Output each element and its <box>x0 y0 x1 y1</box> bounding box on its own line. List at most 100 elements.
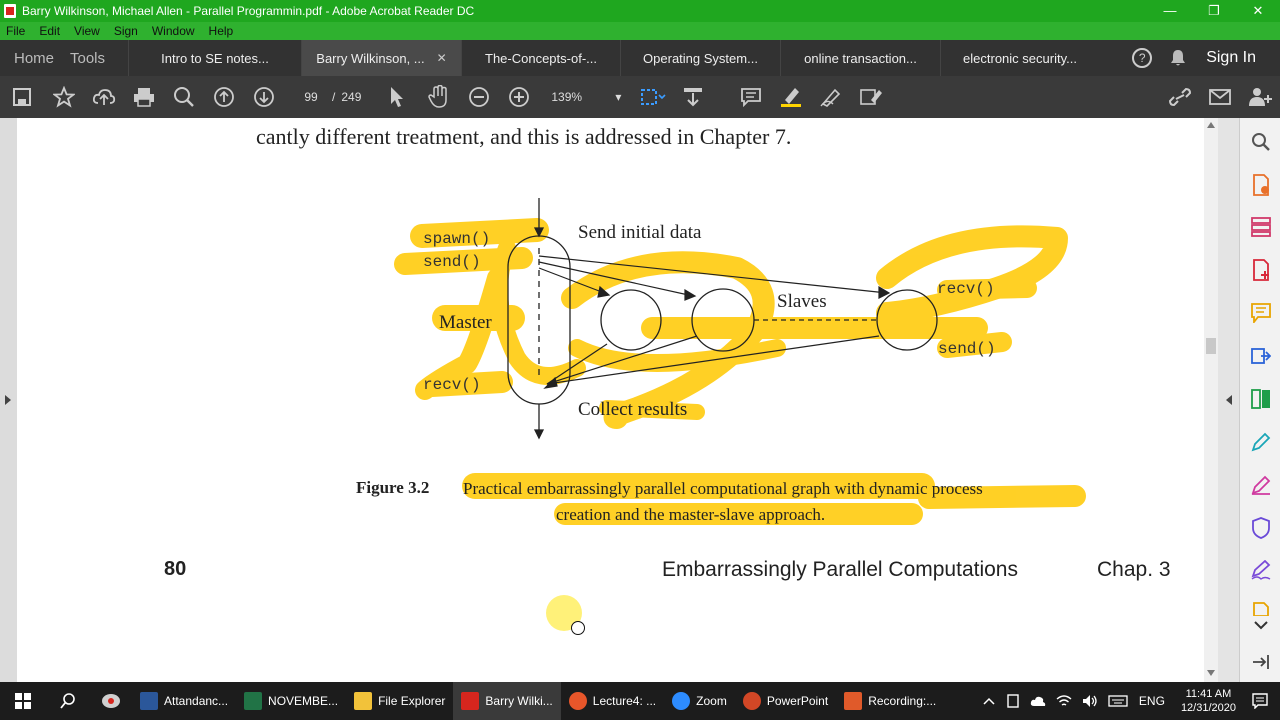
print-icon[interactable] <box>124 76 164 118</box>
menu-file[interactable]: File <box>6 24 25 38</box>
create-pdf-icon[interactable] <box>1251 259 1271 281</box>
doc-tab-label: The-Concepts-of-... <box>485 50 597 66</box>
chevron-up-icon[interactable] <box>983 697 995 705</box>
cloud-icon[interactable] <box>1030 695 1046 707</box>
close-tab-icon[interactable]: ✕ <box>437 51 447 65</box>
start-button[interactable] <box>0 682 46 720</box>
vertical-scrollbar[interactable] <box>1204 118 1218 682</box>
wifi-icon[interactable] <box>1056 694 1072 708</box>
zoom-select[interactable]: 139% ▾ <box>551 90 621 104</box>
current-page-input[interactable]: 99 <box>296 90 326 104</box>
organize-pages-icon[interactable] <box>1251 217 1271 237</box>
protect-shield-icon[interactable] <box>1252 517 1270 539</box>
word-icon <box>140 692 158 710</box>
scroll-mode-icon[interactable] <box>673 76 713 118</box>
next-page-icon[interactable] <box>244 76 284 118</box>
spawn-label: spawn() <box>423 230 491 248</box>
recv-label-master: recv() <box>423 376 481 394</box>
comment-icon[interactable] <box>731 76 771 118</box>
edit-text-icon[interactable] <box>851 76 891 118</box>
firefox-icon <box>568 692 587 710</box>
doc-tab-operating-system[interactable]: Operating System... <box>620 40 780 76</box>
scrollbar-thumb[interactable] <box>1206 338 1216 354</box>
doc-tab-concepts[interactable]: The-Concepts-of-... <box>461 40 620 76</box>
snipping-tool-icon <box>102 694 120 708</box>
edit-pdf-pen-icon[interactable] <box>1251 475 1271 495</box>
save-icon[interactable] <box>0 76 44 118</box>
chevron-down-icon[interactable] <box>1253 620 1269 630</box>
comment-tool-icon[interactable] <box>1251 303 1271 323</box>
doc-tab-label: Intro to SE notes... <box>161 50 269 66</box>
tab-bar: Home Tools Intro to SE notes... Barry Wi… <box>0 40 1280 76</box>
doc-tab-electronic-security[interactable]: electronic security... <box>940 40 1099 76</box>
minimize-button[interactable]: — <box>1148 0 1192 22</box>
taskbar-item-zoom[interactable]: Zoom <box>664 682 735 720</box>
total-pages: 249 <box>341 90 362 104</box>
scroll-up-icon[interactable] <box>1207 122 1215 128</box>
compare-files-icon[interactable] <box>1251 389 1271 409</box>
collapse-right-panel-icon[interactable] <box>1225 395 1233 405</box>
doc-tab-online-transaction[interactable]: online transaction... <box>780 40 940 76</box>
notifications-icon[interactable] <box>1252 693 1268 709</box>
taskbar-item-acrobat[interactable]: Barry Wilki... <box>453 682 561 720</box>
select-cursor-icon[interactable] <box>375 76 419 118</box>
expand-left-panel-icon[interactable] <box>4 395 12 405</box>
doc-tab-intro-se[interactable]: Intro to SE notes... <box>128 40 301 76</box>
find-search-icon[interactable] <box>164 76 204 118</box>
taskbar-search-button[interactable] <box>46 682 90 720</box>
taskbar-item-firefox[interactable]: Lecture4: ... <box>561 682 664 720</box>
export-pdf-icon[interactable] <box>1251 174 1271 196</box>
notification-bell-icon[interactable] <box>1170 49 1186 67</box>
taskbar-app-snipping[interactable] <box>90 682 132 720</box>
upload-cloud-icon[interactable] <box>84 76 124 118</box>
device-icon[interactable] <box>1006 694 1020 708</box>
volume-icon[interactable] <box>1082 694 1098 708</box>
add-user-icon[interactable] <box>1240 76 1280 118</box>
fit-page-icon[interactable] <box>633 76 673 118</box>
doc-tab-barry-wilkinson[interactable]: Barry Wilkinson, ... ✕ <box>301 40 461 76</box>
system-clock[interactable]: 11:41 AM 12/31/2020 <box>1181 687 1236 715</box>
draw-pen-icon[interactable] <box>811 76 851 118</box>
taskbar-item-file-explorer[interactable]: File Explorer <box>346 682 453 720</box>
input-language[interactable]: ENG <box>1139 694 1165 708</box>
menu-window[interactable]: Window <box>152 24 195 38</box>
combine-files-icon[interactable] <box>1251 346 1271 366</box>
previous-page-icon[interactable] <box>204 76 244 118</box>
keyboard-icon[interactable] <box>1108 695 1128 707</box>
tab-home[interactable]: Home <box>0 50 68 67</box>
zoom-out-icon[interactable] <box>459 76 499 118</box>
menu-view[interactable]: View <box>74 24 100 38</box>
menu-bar: File Edit View Sign Window Help <box>0 22 1280 40</box>
email-icon[interactable] <box>1200 76 1240 118</box>
zoom-in-icon[interactable] <box>499 76 539 118</box>
hand-pan-icon[interactable] <box>419 76 459 118</box>
close-window-button[interactable]: ✕ <box>1236 0 1280 22</box>
highlighter-icon[interactable] <box>771 76 811 118</box>
menu-edit[interactable]: Edit <box>39 24 60 38</box>
highlighter-annotations <box>394 218 1086 525</box>
menu-sign[interactable]: Sign <box>114 24 138 38</box>
clock-date: 12/31/2020 <box>1180 702 1236 714</box>
taskbar-item-powerpoint[interactable]: PowerPoint <box>735 682 836 720</box>
acrobat-icon <box>4 4 16 18</box>
link-icon[interactable] <box>1160 76 1200 118</box>
restore-button[interactable]: ❐ <box>1192 0 1236 22</box>
menu-help[interactable]: Help <box>209 24 234 38</box>
fill-sign-icon[interactable] <box>1251 432 1271 452</box>
request-signature-icon[interactable] <box>1251 560 1271 580</box>
folder-icon <box>354 692 373 710</box>
search-tools-icon[interactable] <box>1251 132 1271 152</box>
bookmark-star-icon[interactable] <box>44 76 84 118</box>
scroll-down-icon[interactable] <box>1207 670 1215 676</box>
taskbar-item-recording[interactable]: Recording:... <box>836 682 944 720</box>
taskbar-item-excel[interactable]: NOVEMBE... <box>236 682 346 720</box>
right-panel-gutter <box>1218 118 1239 682</box>
help-icon[interactable]: ? <box>1132 48 1153 68</box>
sign-in-button[interactable]: Sign In <box>1206 49 1256 67</box>
collapse-panel-icon[interactable] <box>1252 654 1270 670</box>
more-tools-icon[interactable] <box>1251 602 1271 616</box>
system-tray: ENG 11:41 AM 12/31/2020 <box>977 682 1280 720</box>
taskbar-item-label: Attandanc... <box>164 694 229 708</box>
taskbar-item-word[interactable]: Attandanc... <box>132 682 236 720</box>
tab-tools[interactable]: Tools <box>68 50 128 67</box>
